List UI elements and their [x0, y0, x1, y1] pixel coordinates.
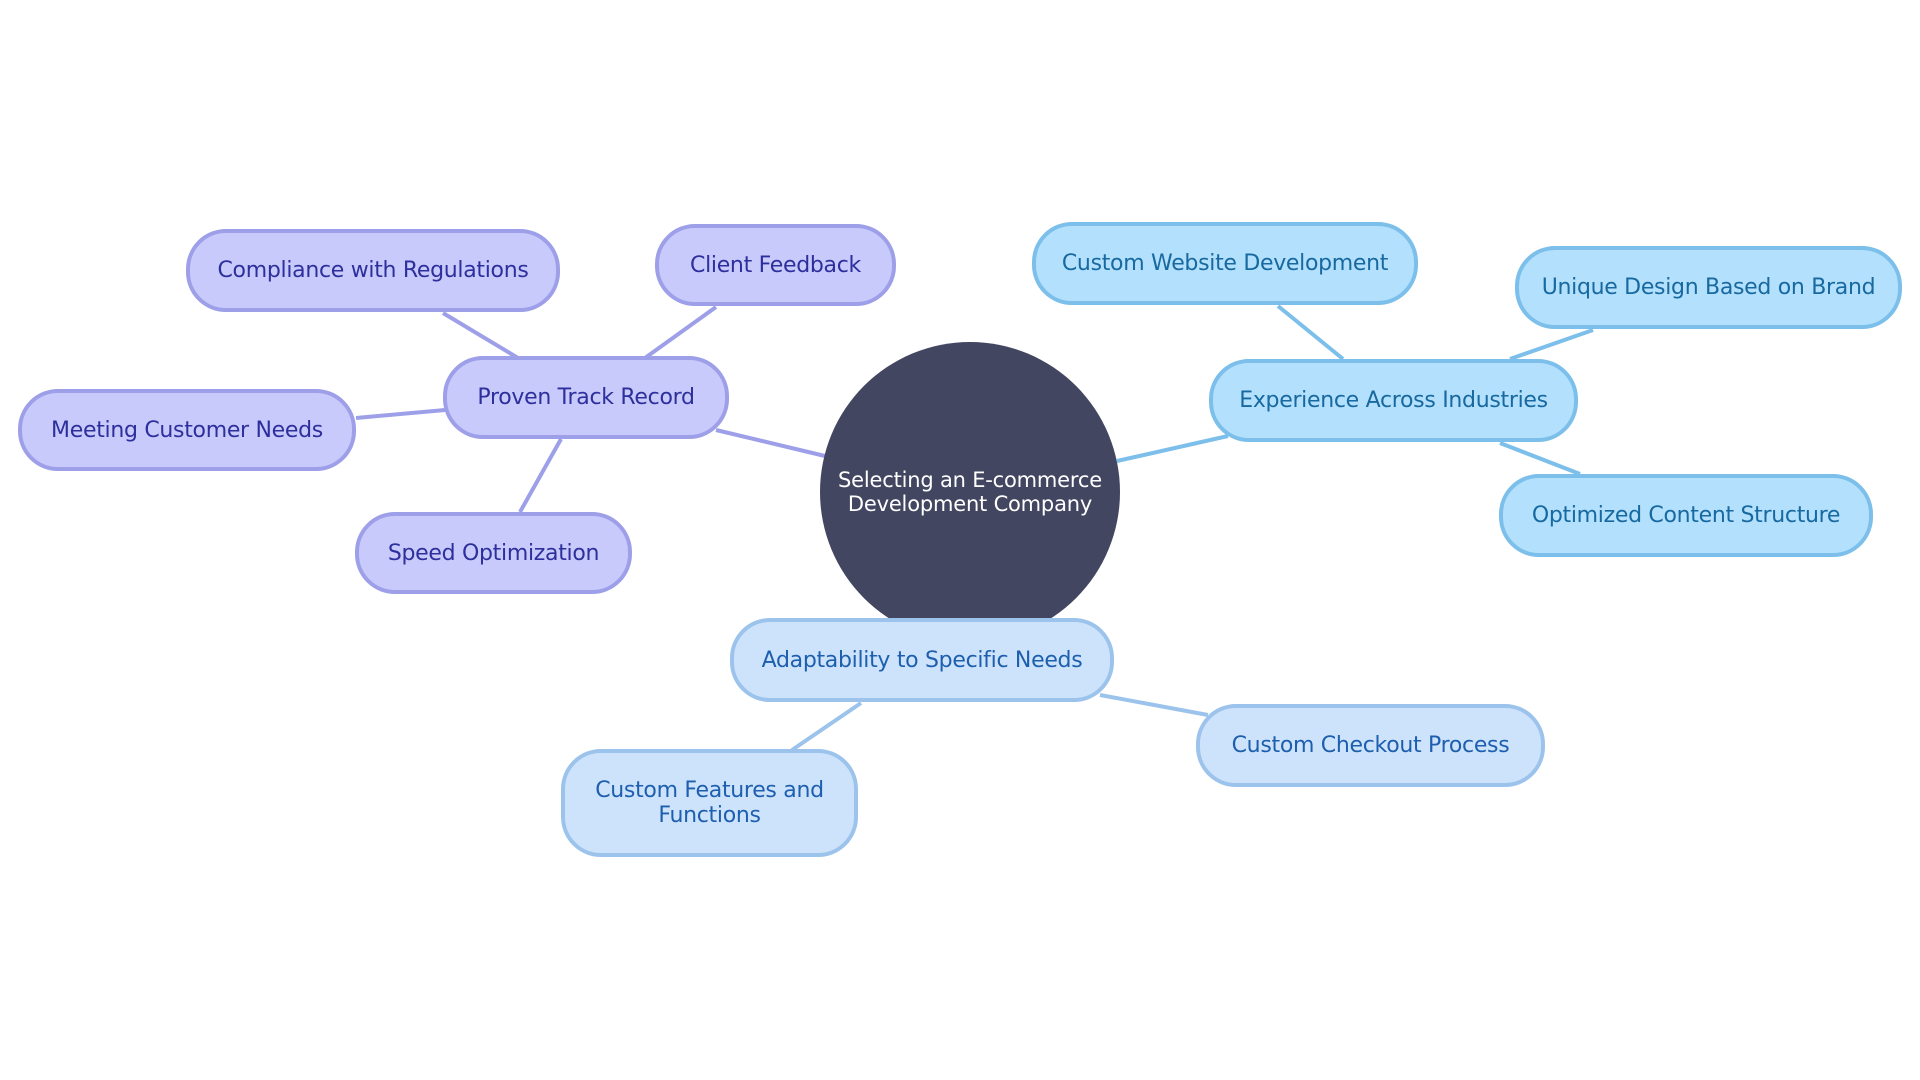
node-label: Client Feedback [690, 252, 861, 278]
node-label: Experience Across Industries [1239, 388, 1548, 413]
node-custom-website-development[interactable]: Custom Website Development [1032, 222, 1418, 305]
edge-experience-unique [1509, 328, 1594, 361]
node-proven-track-record[interactable]: Proven Track Record [443, 356, 729, 439]
node-label: Custom Checkout Process [1231, 733, 1510, 758]
node-label: Unique Design Based on Brand [1541, 275, 1876, 300]
node-unique-design-based-on-brand[interactable]: Unique Design Based on Brand [1515, 246, 1902, 329]
edge-adapt-checkout [1099, 693, 1209, 717]
edge-root-experience [1116, 434, 1229, 463]
node-label: Custom Website Development [1061, 251, 1389, 276]
edge-experience-optimized [1499, 441, 1581, 476]
node-experience-across-industries[interactable]: Experience Across Industries [1209, 359, 1578, 442]
node-adaptability-to-specific-needs[interactable]: Adaptability to Specific Needs [730, 618, 1114, 702]
root-label: Selecting an E-commerce Development Comp… [838, 468, 1102, 516]
edge-adapt-features [790, 701, 863, 752]
node-speed-optimization[interactable]: Speed Optimization [355, 512, 632, 594]
edge-experience-website [1276, 304, 1345, 361]
node-optimized-content-structure[interactable]: Optimized Content Structure [1499, 474, 1873, 557]
root-label-line1: Selecting an E-commerce [838, 468, 1102, 492]
node-client-feedback[interactable]: Client Feedback [655, 224, 896, 306]
edge-proven-speed [518, 438, 563, 513]
node-label: Meeting Customer Needs [51, 417, 323, 443]
node-meeting-customer-needs[interactable]: Meeting Customer Needs [18, 389, 356, 471]
node-label: Custom Features and Functions [595, 778, 824, 828]
edge-proven-compliance [441, 311, 520, 360]
node-label: Compliance with Regulations [217, 258, 529, 283]
node-label: Speed Optimization [387, 540, 600, 566]
root-label-line2: Development Company [847, 492, 1093, 516]
node-label: Optimized Content Structure [1531, 503, 1841, 528]
edge-root-proven [715, 428, 826, 458]
node-label: Adaptability to Specific Needs [761, 647, 1083, 673]
node-custom-features-and-functions[interactable]: Custom Features and Functions [561, 749, 858, 857]
node-custom-checkout-process[interactable]: Custom Checkout Process [1196, 704, 1545, 787]
root-node[interactable]: Selecting an E-commerce Development Comp… [820, 342, 1120, 642]
node-compliance-with-regulations[interactable]: Compliance with Regulations [186, 229, 560, 312]
edge-proven-meeting [355, 408, 446, 420]
node-label: Proven Track Record [477, 385, 695, 410]
edge-proven-feedback [643, 305, 718, 360]
